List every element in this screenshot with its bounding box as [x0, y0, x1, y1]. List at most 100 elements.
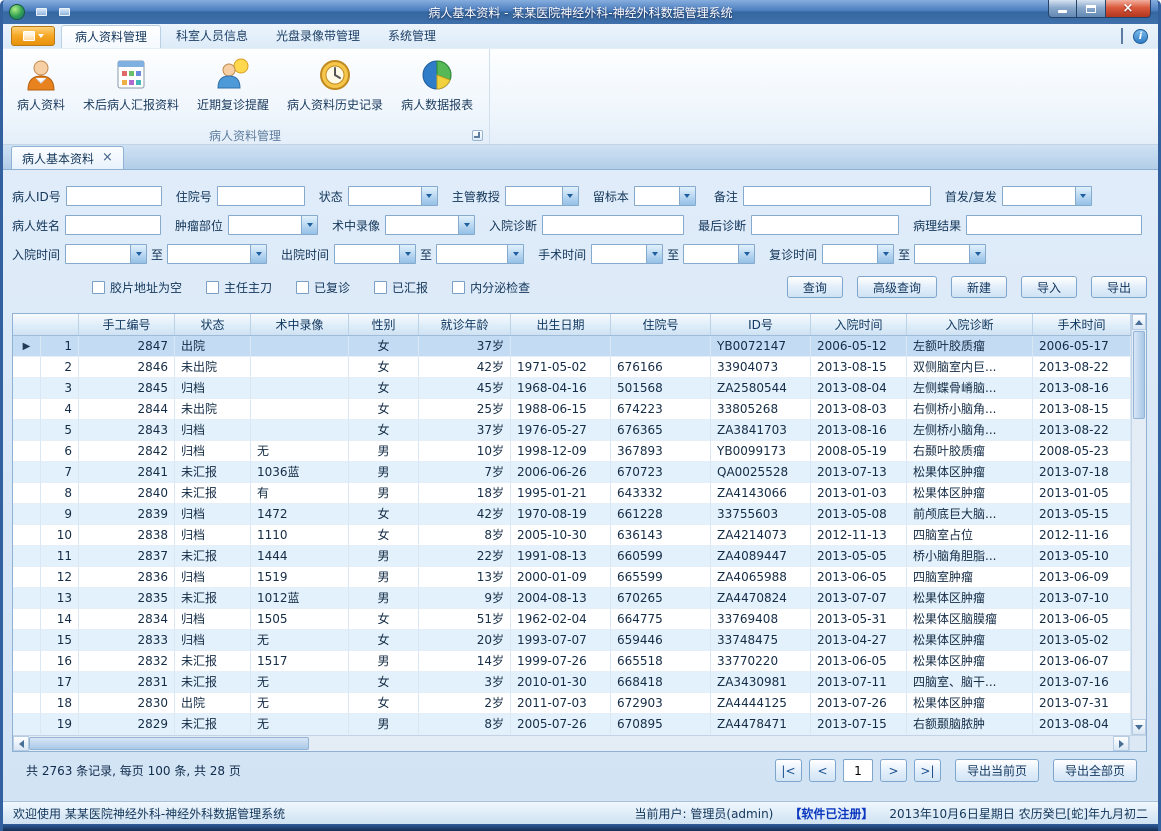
export-all-pages-button[interactable]: 导出全部页 — [1053, 759, 1137, 782]
admit-time-to-select[interactable] — [167, 244, 267, 264]
tool-history[interactable]: 病人资料历史记录 — [279, 54, 391, 116]
table-row[interactable]: 62842归档无男10岁1998-12-09367893YB0099173200… — [13, 441, 1131, 462]
vertical-scrollbar-thumb[interactable] — [1133, 331, 1145, 419]
admit-diagnosis-input[interactable] — [542, 215, 684, 235]
patient-id-input[interactable] — [66, 186, 162, 206]
table-row[interactable]: 142834归档1505女51岁1962-02-0466477533769408… — [13, 609, 1131, 630]
table-row[interactable]: 172831未汇报无女3岁2010-01-30668418ZA343098120… — [13, 672, 1131, 693]
column-header-admit-diagnosis[interactable]: 入院诊断 — [907, 314, 1033, 335]
ribbon-tab-2[interactable]: 科室人员信息 — [163, 25, 261, 48]
surgery-time-from-select[interactable] — [591, 244, 663, 264]
import-button[interactable]: 导入 — [1021, 276, 1077, 298]
surgery-video-select[interactable] — [385, 215, 475, 235]
tool-reminder[interactable]: 近期复诊提醒 — [189, 54, 277, 116]
collapse-ribbon-button[interactable] — [1121, 30, 1123, 44]
patient-name-input[interactable] — [65, 215, 161, 235]
table-row[interactable]: 42844未出院女25岁1988-06-15674223338052682013… — [13, 399, 1131, 420]
ribbon-tab-1[interactable]: 病人资料管理 — [61, 25, 161, 48]
checkbox-box[interactable] — [206, 281, 219, 294]
filter-checkbox-5[interactable]: 内分泌检查 — [452, 279, 530, 296]
grid-vertical-scrollbar[interactable] — [1131, 314, 1146, 735]
ribbon-tab-3[interactable]: 光盘录像带管理 — [263, 25, 373, 48]
advanced-search-button[interactable]: 高级查询 — [857, 276, 937, 298]
pathology-input[interactable] — [966, 215, 1142, 235]
table-row[interactable]: 152833归档无女20岁1993-07-0765944633748475201… — [13, 630, 1131, 651]
tab-close-icon[interactable]: × — [102, 152, 113, 164]
export-button[interactable]: 导出 — [1091, 276, 1147, 298]
new-button[interactable]: 新建 — [951, 276, 1007, 298]
admission-no-input[interactable] — [217, 186, 305, 206]
admit-time-from-select[interactable] — [65, 244, 147, 264]
tool-piechart[interactable]: 病人数据报表 — [393, 54, 481, 116]
minimize-button[interactable] — [1048, 0, 1077, 18]
specimen-select[interactable] — [634, 186, 696, 206]
scroll-right-button[interactable] — [1113, 736, 1129, 751]
column-header-manual-no[interactable]: 手工编号 — [79, 314, 175, 335]
column-header-admit-date[interactable]: 入院时间 — [811, 314, 907, 335]
column-header-age[interactable]: 就诊年龄 — [419, 314, 511, 335]
table-row[interactable]: 182830出院无女2岁2011-07-03672903ZA4444125201… — [13, 693, 1131, 714]
checkbox-box[interactable] — [452, 281, 465, 294]
column-header-id-no[interactable]: ID号 — [711, 314, 811, 335]
maximize-button[interactable] — [1077, 0, 1106, 18]
last-page-button[interactable]: >| — [914, 759, 941, 782]
filter-checkbox-4[interactable]: 已汇报 — [374, 279, 428, 296]
column-header-video[interactable]: 术中录像 — [251, 314, 349, 335]
table-row[interactable]: 92839归档1472女42岁1970-08-19661228337556032… — [13, 504, 1131, 525]
onset-select[interactable] — [1002, 186, 1092, 206]
filter-checkbox-2[interactable]: 主任主刀 — [206, 279, 272, 296]
revisit-time-from-select[interactable] — [822, 244, 894, 264]
checkbox-box[interactable] — [92, 281, 105, 294]
status-select[interactable] — [348, 186, 438, 206]
table-row[interactable]: 112837未汇报1444男22岁1991-08-13660599ZA40894… — [13, 546, 1131, 567]
table-row[interactable]: 192829未汇报无男8岁2005-07-26670895ZA447847120… — [13, 714, 1131, 735]
table-row[interactable]: 22846未出院女42岁1971-05-02676166339040732013… — [13, 357, 1131, 378]
prev-page-button[interactable]: < — [809, 759, 836, 782]
revisit-time-to-select[interactable] — [914, 244, 986, 264]
final-diagnosis-input[interactable] — [751, 215, 899, 235]
info-button[interactable]: i — [1133, 29, 1148, 44]
column-header-sex[interactable]: 性别 — [349, 314, 419, 335]
table-row[interactable]: 32845归档女45岁1968-04-16501568ZA25805442013… — [13, 378, 1131, 399]
filter-checkbox-3[interactable]: 已复诊 — [296, 279, 350, 296]
discharge-time-from-select[interactable] — [334, 244, 416, 264]
checkbox-box[interactable] — [374, 281, 387, 294]
table-row[interactable]: 72841未汇报1036蓝男7岁2006-06-26670723QA002552… — [13, 462, 1131, 483]
scroll-down-button[interactable] — [1132, 719, 1146, 735]
table-row[interactable]: 162832未汇报1517男14岁1999-07-266655183377022… — [13, 651, 1131, 672]
close-button[interactable]: × — [1106, 0, 1151, 18]
filter-checkbox-1[interactable]: 胶片地址为空 — [92, 279, 182, 296]
grid-horizontal-scrollbar[interactable] — [13, 736, 1129, 751]
checkbox-box[interactable] — [296, 281, 309, 294]
quick-access-button-2[interactable] — [54, 4, 74, 21]
export-current-page-button[interactable]: 导出当前页 — [955, 759, 1039, 782]
column-header-admission-no[interactable]: 住院号 — [611, 314, 711, 335]
column-header-birth-date[interactable]: 出生日期 — [511, 314, 611, 335]
table-row[interactable]: 132835未汇报1012蓝男9岁2004-08-13670265ZA44708… — [13, 588, 1131, 609]
tab-patient-basic-info[interactable]: 病人基本资料 × — [11, 146, 124, 169]
table-row[interactable]: 122836归档1519男13岁2000-01-09665599ZA406598… — [13, 567, 1131, 588]
column-header-surgery-date[interactable]: 手术时间 — [1033, 314, 1131, 335]
column-header-status[interactable]: 状态 — [175, 314, 251, 335]
discharge-time-to-select[interactable] — [436, 244, 524, 264]
search-button[interactable]: 查询 — [787, 276, 843, 298]
tool-report[interactable]: 术后病人汇报资料 — [75, 54, 187, 116]
page-number-input[interactable] — [843, 759, 873, 782]
tumor-site-select[interactable] — [228, 215, 318, 235]
horizontal-scrollbar-thumb[interactable] — [29, 737, 309, 750]
table-row[interactable]: 52843归档女37岁1976-05-27676365ZA38417032013… — [13, 420, 1131, 441]
first-page-button[interactable]: |< — [775, 759, 802, 782]
ribbon-tab-4[interactable]: 系统管理 — [375, 25, 449, 48]
tool-patient[interactable]: 病人资料 — [9, 54, 73, 116]
scroll-up-button[interactable] — [1132, 314, 1146, 330]
next-page-button[interactable]: > — [880, 759, 907, 782]
quick-access-button-1[interactable] — [31, 4, 51, 21]
professor-select[interactable] — [505, 186, 579, 206]
dialog-launcher-button[interactable] — [472, 130, 483, 141]
table-row[interactable]: 82840未汇报有男18岁1995-01-21643332ZA414306620… — [13, 483, 1131, 504]
surgery-time-to-select[interactable] — [683, 244, 755, 264]
ribbon-menu-button[interactable] — [11, 26, 55, 46]
table-row[interactable]: ▶12847出院女37岁YB00721472006-05-12左额叶胶质瘤200… — [13, 336, 1131, 357]
table-row[interactable]: 102838归档1110女8岁2005-10-30636143ZA4214073… — [13, 525, 1131, 546]
scroll-left-button[interactable] — [13, 736, 29, 751]
